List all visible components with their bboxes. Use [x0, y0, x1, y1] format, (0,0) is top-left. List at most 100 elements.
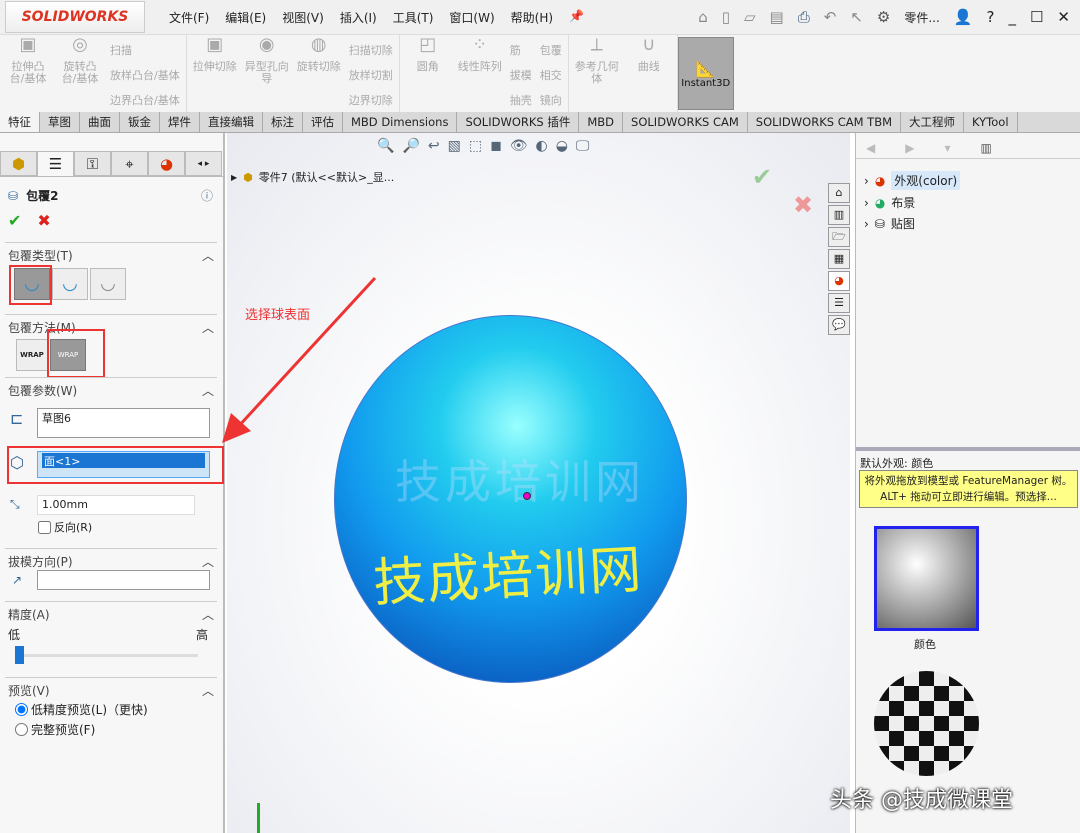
section-view-icon[interactable]: ▧: [448, 138, 461, 154]
zoom-to-fit-icon[interactable]: 🔍: [377, 138, 394, 154]
extrude-cut-button[interactable]: ▣ 拉伸切除: [193, 36, 237, 108]
menu-insert[interactable]: 插入(I): [340, 9, 377, 26]
pull-direction-field[interactable]: [37, 570, 210, 590]
menu-file[interactable]: 文件(F): [169, 9, 209, 26]
wrap-button[interactable]: 包覆: [540, 42, 562, 58]
propertymanager-tab-icon[interactable]: ☰: [37, 151, 74, 176]
file-explorer-tab-icon[interactable]: 🗁: [828, 227, 850, 247]
part-name[interactable]: 零件7 (默认<<默认>_显...: [259, 169, 394, 185]
tree-item-appearance[interactable]: › ◕ 外观(color): [864, 171, 1072, 190]
appearance-tab-icon[interactable]: ◕: [148, 151, 185, 176]
linear-pattern-button[interactable]: ⁘ 线性阵列: [458, 36, 502, 108]
tab-7[interactable]: 评估: [303, 112, 343, 132]
home-tab-icon[interactable]: ⌂: [828, 183, 850, 203]
source-sketch-field[interactable]: 草图6: [37, 408, 210, 438]
tab-scroll-arrows[interactable]: ◂ ▸: [185, 151, 222, 176]
edit-appearance-icon[interactable]: ◐: [535, 138, 547, 154]
analytical-method-button[interactable]: WRAP: [16, 339, 48, 371]
boundary-cut-button[interactable]: 边界切除: [349, 92, 393, 108]
splitter[interactable]: [856, 447, 1080, 451]
design-library-tab-icon[interactable]: ▥: [828, 205, 850, 225]
feature-tree-flyout[interactable]: ▶ ⬢ 零件7 (默认<<默认>_显...: [231, 169, 394, 185]
collapse-icon[interactable]: ︿: [202, 247, 214, 264]
low-preview-radio[interactable]: 低精度预览(L)（更快): [15, 701, 148, 718]
pin-icon[interactable]: 📌: [569, 9, 584, 26]
solidworks-logo[interactable]: SOLIDWORKS: [5, 1, 145, 33]
home-icon[interactable]: ⌂: [698, 8, 708, 26]
menu-tools[interactable]: 工具(T): [393, 9, 434, 26]
tab-13[interactable]: 大工程师: [901, 112, 965, 132]
tab-1[interactable]: 草图: [40, 112, 80, 132]
previous-view-icon[interactable]: ↩: [428, 138, 440, 154]
menu-view[interactable]: 视图(V): [282, 9, 324, 26]
user-icon[interactable]: 👤: [954, 8, 973, 26]
boundary-boss-button[interactable]: 边界凸台/基体: [110, 92, 180, 108]
thickness-input[interactable]: 1.00mm: [37, 495, 195, 515]
lofted-cut-button[interactable]: 放样切割: [349, 67, 393, 83]
view-orientation-icon[interactable]: ⬚: [469, 138, 482, 154]
view-palette-tab-icon[interactable]: ▦: [828, 249, 850, 269]
full-preview-radio[interactable]: 完整预览(F): [15, 721, 95, 738]
close-button[interactable]: ✕: [1057, 8, 1070, 26]
tab-12[interactable]: SOLIDWORKS CAM TBM: [748, 112, 902, 132]
undo-icon[interactable]: ↶: [824, 8, 837, 26]
confirm-corner-ok-icon[interactable]: ✔: [752, 163, 772, 191]
confirm-corner-cancel-icon[interactable]: ✖: [793, 191, 813, 219]
help-icon[interactable]: ⓘ: [201, 187, 213, 204]
select-icon[interactable]: ↖: [850, 8, 863, 26]
tab-6[interactable]: 标注: [263, 112, 303, 132]
hide-show-icon[interactable]: 👁: [510, 138, 528, 154]
appearances-tab-icon[interactable]: ◕: [828, 271, 850, 291]
help-icon[interactable]: ?: [987, 8, 995, 26]
add-folder-icon[interactable]: ▥: [981, 141, 992, 155]
forum-tab-icon[interactable]: 💬: [828, 315, 850, 335]
dropdown-icon[interactable]: ▾: [944, 141, 950, 155]
swept-cut-button[interactable]: 扫描切除: [349, 42, 393, 58]
print-icon[interactable]: ⎙: [798, 8, 810, 26]
revolve-cut-button[interactable]: ◍ 旋转切除: [297, 36, 341, 108]
menu-help[interactable]: 帮助(H): [511, 9, 553, 26]
new-icon[interactable]: ▯: [722, 8, 730, 26]
tab-9[interactable]: SOLIDWORKS 插件: [457, 112, 580, 132]
expand-arrow-icon[interactable]: ▶: [231, 173, 237, 182]
maximize-button[interactable]: ☐: [1030, 8, 1043, 26]
shell-button[interactable]: 抽壳: [510, 92, 532, 108]
cancel-button[interactable]: ✖: [37, 211, 50, 230]
collapse-icon[interactable]: ︿: [202, 382, 214, 399]
tab-3[interactable]: 钣金: [120, 112, 160, 132]
ok-button[interactable]: ✔: [8, 211, 21, 230]
tree-item-decals[interactable]: › ⛁ 贴图: [864, 215, 1072, 232]
part-label[interactable]: 零件...: [904, 9, 939, 26]
draft-button[interactable]: 拔模: [510, 67, 532, 83]
minimize-button[interactable]: _: [1008, 8, 1016, 26]
collapse-icon[interactable]: ︿: [202, 682, 214, 699]
collapse-icon[interactable]: ︿: [202, 319, 214, 336]
rib-button[interactable]: 筋: [510, 42, 532, 58]
reverse-checkbox[interactable]: 反向(R): [38, 519, 92, 535]
accuracy-slider-thumb[interactable]: [15, 646, 24, 664]
sweep-button[interactable]: 扫描: [110, 42, 180, 58]
display-icon[interactable]: 🖵: [576, 138, 590, 154]
tab-0[interactable]: 特征: [0, 112, 40, 132]
menu-window[interactable]: 窗口(W): [449, 9, 494, 26]
tab-4[interactable]: 焊件: [160, 112, 200, 132]
hole-wizard-button[interactable]: ◉ 异型孔向导: [245, 36, 289, 108]
expand-icon[interactable]: ›: [864, 217, 869, 231]
scene-icon[interactable]: ◒: [556, 138, 568, 154]
tab-10[interactable]: MBD: [579, 112, 624, 132]
intersect-button[interactable]: 相交: [540, 67, 562, 83]
open-icon[interactable]: ▱: [744, 8, 756, 26]
save-icon[interactable]: ▤: [770, 8, 784, 26]
menu-edit[interactable]: 编辑(E): [225, 9, 266, 26]
expand-icon[interactable]: ›: [864, 196, 869, 210]
loft-button[interactable]: 放样凸台/基体: [110, 67, 180, 83]
scribe-type-button[interactable]: ◡: [90, 268, 126, 300]
instant3d-button[interactable]: 📐 Instant3D: [677, 37, 734, 110]
display-style-icon[interactable]: ◼: [490, 138, 502, 154]
back-icon[interactable]: ◀: [866, 141, 875, 155]
swatch-color[interactable]: [874, 526, 979, 631]
tab-5[interactable]: 直接编辑: [200, 112, 263, 132]
curves-button[interactable]: ∪ 曲线: [627, 36, 671, 108]
mirror-button[interactable]: 镜向: [540, 92, 562, 108]
collapse-icon[interactable]: ︿: [202, 606, 214, 623]
